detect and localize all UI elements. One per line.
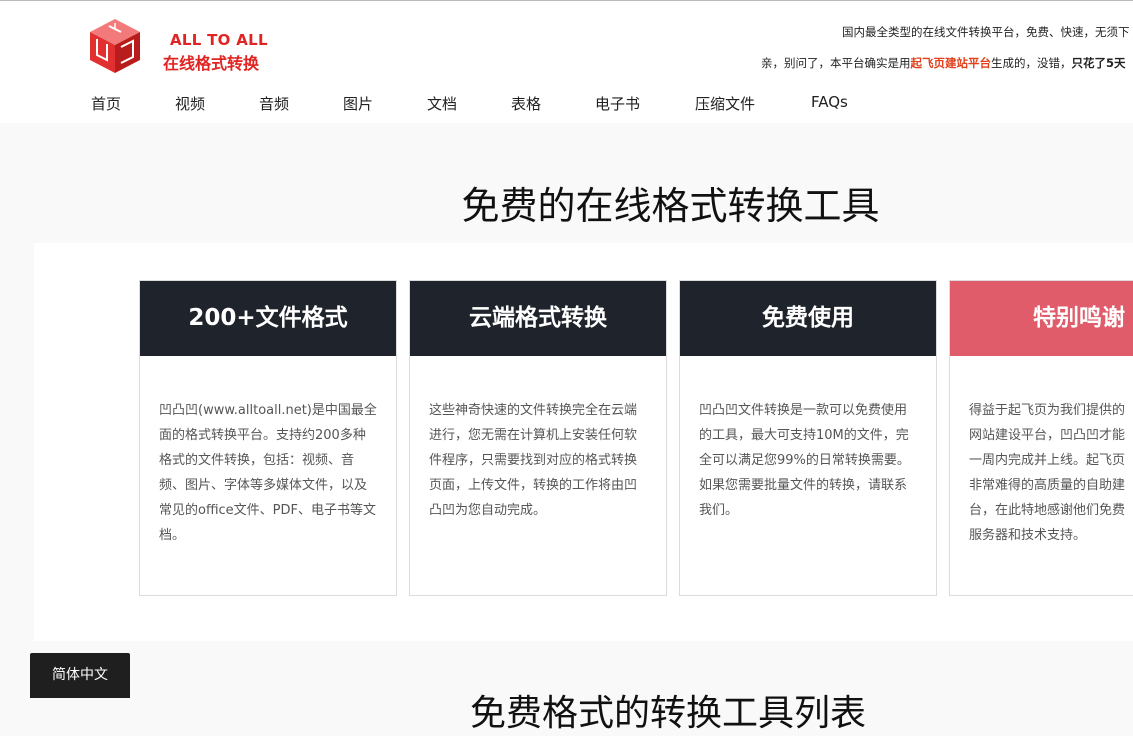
feature-card-line: 网站建设平台，凹凸凹才能: [969, 428, 1126, 443]
nav-item-video[interactable]: 视频: [175, 93, 205, 114]
feature-card-line: 非常难得的高质量的自助建: [969, 478, 1126, 493]
language-switch-button[interactable]: 简体中文: [30, 653, 130, 698]
section-subtitle: 免费格式的转换工具列表: [470, 693, 867, 734]
main-nav: 首页 视频 音频 图片 文档 表格 电子书 压缩文件 FAQs: [0, 93, 1133, 115]
feature-card-line: 得益于起飞页为我们提供的: [969, 403, 1126, 418]
feature-card-body: 得益于起飞页为我们提供的 网站建设平台，凹凸凹才能 一周内完成并上线。起飞页 非…: [950, 356, 1133, 548]
site-header: ALL TO ALL 在线格式转换 国内最全类型的在线文件转换平台，免费、快速，…: [0, 1, 1133, 123]
feature-card-title: 云端格式转换: [410, 281, 666, 356]
site-tagline: 国内最全类型的在线文件转换平台，免费、快速，无须下: [842, 25, 1130, 39]
feature-card-line: 服务器和技术支持。: [969, 528, 1087, 543]
logo-text-en[interactable]: ALL TO ALL: [170, 31, 268, 49]
feature-card-title: 特别鸣谢: [950, 281, 1133, 356]
notice-middle: 生成的，没错，: [991, 56, 1072, 70]
feature-card-title: 200+文件格式: [140, 281, 396, 356]
nav-item-archive[interactable]: 压缩文件: [695, 93, 755, 114]
nav-item-audio[interactable]: 音频: [259, 93, 289, 114]
site-notice: 亲，别问了，本平台确实是用起飞页建站平台生成的，没错，只花了5天: [761, 55, 1126, 71]
cube-logo-icon[interactable]: [88, 17, 142, 75]
feature-card-body: 凹凸凹(www.alltoall.net)是中国最全面的格式转换平台。支持约20…: [159, 403, 377, 543]
feature-card-free: 免费使用 凹凸凹文件转换是一款可以免费使用的工具，最大可支持10M的文件，完全可…: [679, 280, 937, 596]
logo-text-cn[interactable]: 在线格式转换: [163, 50, 259, 74]
page-title: 免费的在线格式转换工具: [461, 184, 880, 228]
feature-card-body: 凹凸凹文件转换是一款可以免费使用的工具，最大可支持10M的文件，完全可以满足您9…: [699, 403, 910, 518]
feature-card-cloud: 云端格式转换 这些神奇快速的文件转换完全在云端进行，您无需在计算机上安装任何软件…: [409, 280, 667, 596]
feature-card-title: 免费使用: [680, 281, 936, 356]
nav-item-spreadsheet[interactable]: 表格: [511, 93, 541, 114]
feature-card-thanks: 特别鸣谢 得益于起飞页为我们提供的 网站建设平台，凹凸凹才能 一周内完成并上线。…: [949, 280, 1133, 596]
nav-item-home[interactable]: 首页: [91, 93, 121, 114]
nav-item-document[interactable]: 文档: [427, 93, 457, 114]
feature-card-body: 这些神奇快速的文件转换完全在云端进行，您无需在计算机上安装任何软件程序，只需要找…: [429, 403, 638, 518]
feature-card-line: 台，在此特地感谢他们免费: [969, 503, 1126, 518]
notice-link[interactable]: 起飞页建站平台: [911, 56, 992, 70]
notice-bold: 只花了5天: [1071, 56, 1126, 70]
feature-card-line: 一周内完成并上线。起飞页: [969, 453, 1126, 468]
notice-prefix: 亲，别问了，本平台确实是用: [761, 56, 911, 70]
nav-item-faqs[interactable]: FAQs: [811, 93, 848, 111]
nav-item-ebook[interactable]: 电子书: [595, 93, 640, 114]
feature-card-formats: 200+文件格式 凹凸凹(www.alltoall.net)是中国最全面的格式转…: [139, 280, 397, 596]
nav-item-image[interactable]: 图片: [343, 93, 373, 114]
